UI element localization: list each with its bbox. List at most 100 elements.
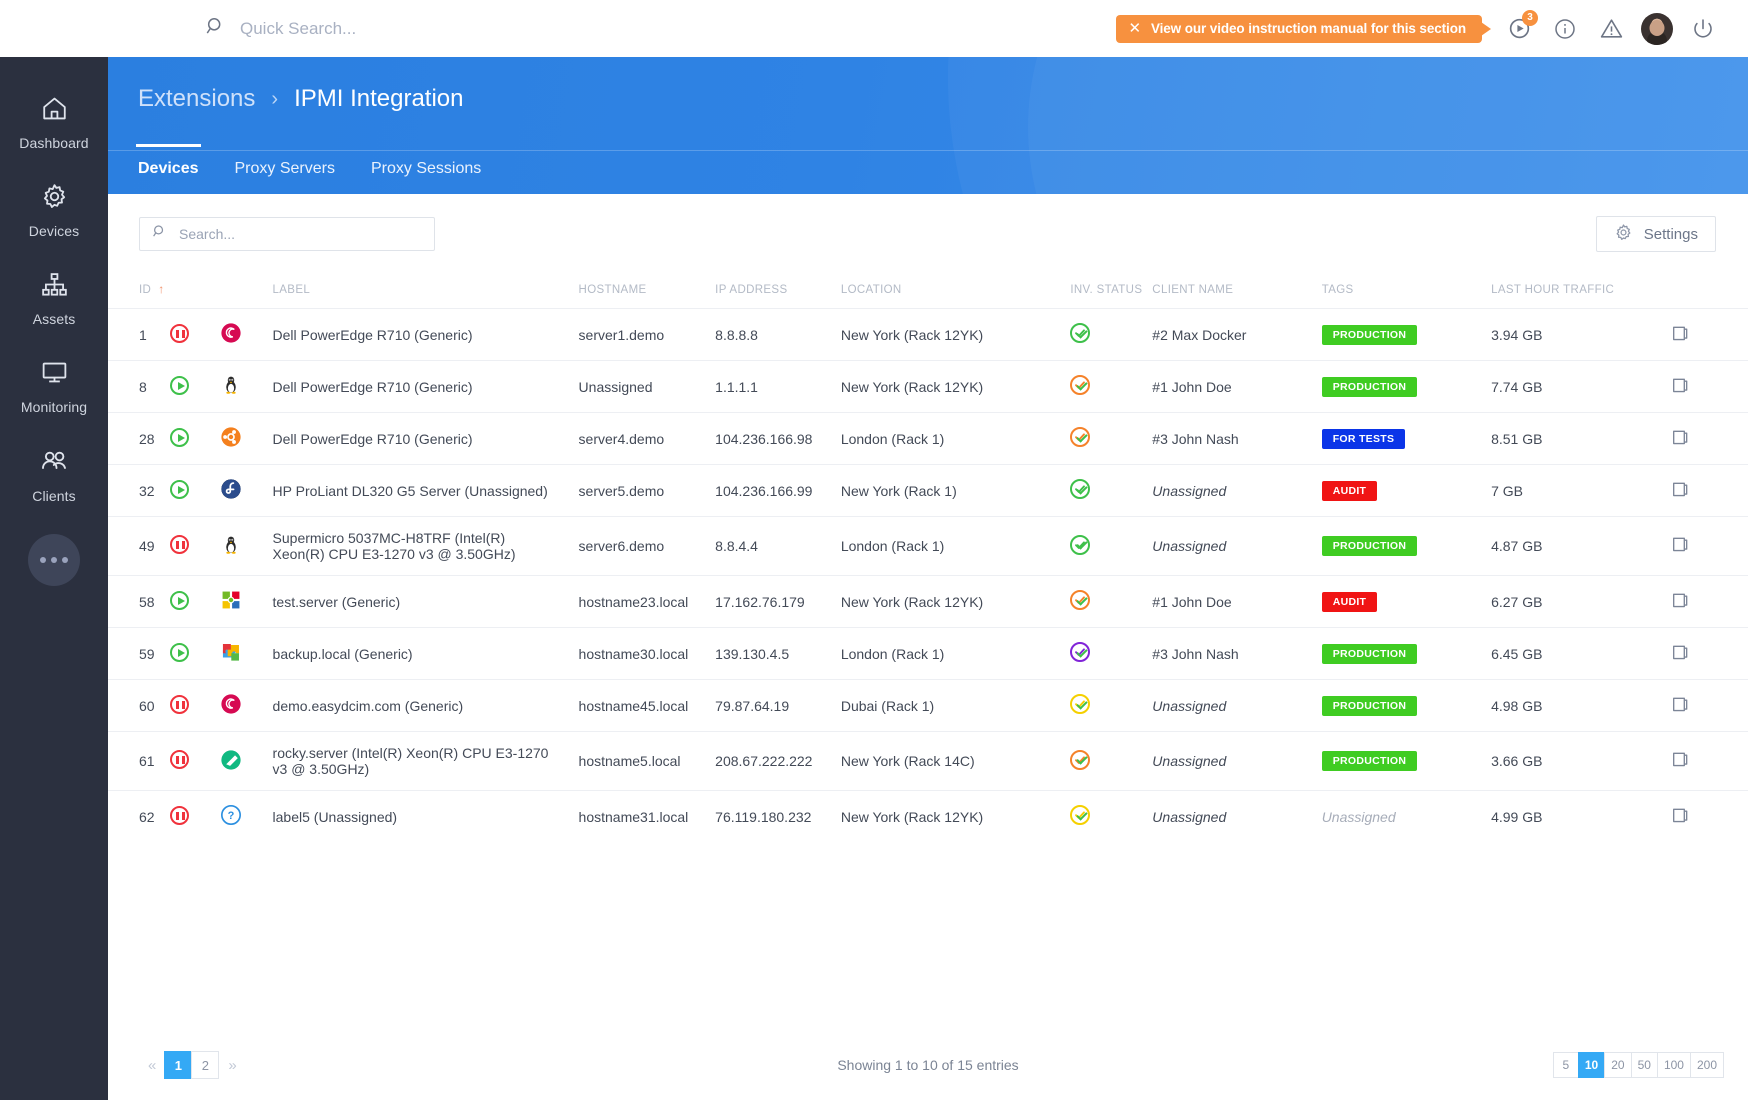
tag-badge[interactable]: PRODUCTION [1321, 536, 1418, 556]
remote-console-icon[interactable] [1671, 695, 1690, 717]
page-size-50[interactable]: 50 [1630, 1052, 1658, 1078]
tag-badge[interactable]: PRODUCTION [1321, 324, 1418, 345]
remote-console-icon[interactable] [1671, 750, 1690, 772]
remote-console-icon[interactable] [1671, 591, 1690, 613]
cell-actions[interactable] [1671, 464, 1748, 517]
cell-label[interactable]: Supermicro 5037MC-H8TRF (Intel(R) Xeon(R… [272, 516, 579, 576]
sidebar-item-dashboard[interactable]: Dashboard [0, 79, 108, 167]
cell-label[interactable]: Dell PowerEdge R710 (Generic) [272, 412, 579, 465]
page-size-10[interactable]: 10 [1577, 1052, 1606, 1078]
column-header-label[interactable]: LABEL [273, 274, 579, 309]
page-size-200[interactable]: 200 [1689, 1052, 1724, 1078]
table-row[interactable]: 58 test.server (Generic) hostname23.local 1… [108, 575, 1748, 628]
remote-console-icon[interactable] [1671, 535, 1690, 557]
pagination-prev[interactable]: « [139, 1057, 165, 1074]
cell-label[interactable]: label5 (Unassigned) [272, 790, 579, 842]
cell-actions[interactable] [1671, 790, 1748, 842]
cell-actions[interactable] [1671, 360, 1748, 413]
page-size-100[interactable]: 100 [1656, 1052, 1691, 1078]
table-row[interactable]: 60 demo.easydcim.com (Generic) hostname45.… [108, 679, 1748, 732]
remote-console-icon[interactable] [1671, 376, 1690, 398]
quick-search[interactable] [205, 16, 670, 42]
tag-badge[interactable]: PRODUCTION [1321, 695, 1418, 716]
cell-label[interactable]: HP ProLiant DL320 G5 Server (Unassigned) [272, 464, 579, 517]
column-header-hostname[interactable]: HOSTNAME [579, 274, 716, 309]
table-row[interactable]: 61 rocky.server (Intel(R) Xeon(R) CPU E3-… [108, 731, 1748, 791]
settings-button[interactable]: Settings [1595, 216, 1716, 252]
cell-label[interactable]: rocky.server (Intel(R) Xeon(R) CPU E3-12… [272, 731, 579, 791]
tag-badge[interactable]: FOR TESTS [1321, 428, 1406, 449]
pagination-next[interactable]: » [219, 1057, 245, 1074]
cell-power[interactable] [169, 575, 221, 628]
power-stopped-icon[interactable] [169, 750, 189, 769]
tag-badge[interactable]: PRODUCTION [1321, 376, 1418, 397]
tag-badge[interactable]: PRODUCTION [1321, 751, 1418, 771]
tag-badge[interactable]: AUDIT [1321, 591, 1378, 612]
cell-actions[interactable] [1671, 308, 1748, 361]
tag-badge[interactable]: PRODUCTION [1321, 643, 1418, 664]
remote-console-icon[interactable] [1671, 324, 1690, 346]
power-running-icon[interactable] [169, 427, 189, 447]
cell-actions[interactable] [1671, 412, 1748, 465]
table-row[interactable]: 8 Dell PowerEdge R710 (Generic) Unassigned… [108, 360, 1748, 413]
video-play-button[interactable]: 3 [1496, 6, 1542, 52]
warning-button[interactable] [1588, 6, 1634, 52]
power-running-icon[interactable] [169, 375, 189, 395]
search-input[interactable] [179, 226, 422, 242]
sidebar-item-monitoring[interactable]: Monitoring [0, 343, 108, 431]
tag-badge[interactable]: AUDIT [1321, 480, 1378, 501]
cell-label[interactable]: backup.local (Generic) [272, 627, 579, 680]
cell-power[interactable] [169, 731, 221, 791]
cell-power[interactable] [169, 627, 221, 680]
tab-proxy-servers[interactable]: Proxy Servers [235, 160, 335, 194]
breadcrumb-parent[interactable]: Extensions [138, 85, 255, 113]
cell-label[interactable]: Dell PowerEdge R710 (Generic) [272, 308, 579, 361]
quick-search-input[interactable] [240, 18, 670, 39]
cell-power[interactable] [169, 360, 221, 413]
info-button[interactable] [1542, 6, 1588, 52]
column-header-last-hour-traffic[interactable]: LAST HOUR TRAFFIC [1491, 274, 1671, 309]
tab-devices[interactable]: Devices [136, 144, 200, 194]
cell-power[interactable] [169, 516, 221, 576]
table-row[interactable]: 59 backup.local (Generic) hostname30.local… [108, 627, 1748, 680]
pagination-page-1[interactable]: 1 [164, 1051, 193, 1079]
logout-button[interactable] [1680, 6, 1726, 52]
power-running-icon[interactable] [169, 642, 189, 662]
close-icon[interactable]: ✕ [1128, 21, 1141, 36]
cell-power[interactable] [169, 412, 221, 465]
power-running-icon[interactable] [169, 479, 189, 499]
cell-power[interactable] [169, 790, 221, 842]
sidebar-item-assets[interactable]: Assets [0, 255, 108, 343]
column-header-ip-address[interactable]: IP ADDRESS [715, 274, 841, 309]
column-header-location[interactable]: LOCATION [841, 274, 1071, 309]
video-instruction-banner[interactable]: ✕ View our video instruction manual for … [1116, 14, 1491, 43]
power-running-icon[interactable] [169, 590, 189, 610]
table-row[interactable]: 62? label5 (Unassigned) hostname31.local 76… [108, 790, 1748, 842]
user-menu[interactable] [1634, 6, 1680, 52]
pagination-page-2[interactable]: 2 [191, 1051, 220, 1079]
power-stopped-icon[interactable] [169, 805, 189, 825]
cell-label[interactable]: Dell PowerEdge R710 (Generic) [272, 360, 579, 413]
remote-console-icon[interactable] [1671, 643, 1690, 665]
column-header-inv-status[interactable]: INV. STATUS [1070, 274, 1152, 309]
sidebar-item-devices[interactable]: Devices [0, 167, 108, 255]
table-row[interactable]: 49 Supermicro 5037MC-H8TRF (Intel(R) Xeon… [108, 516, 1748, 576]
table-row[interactable]: 1 Dell PowerEdge R710 (Generic) server1.de… [108, 308, 1748, 361]
tab-proxy-sessions[interactable]: Proxy Sessions [371, 160, 481, 194]
cell-label[interactable]: demo.easydcim.com (Generic) [272, 679, 579, 732]
cell-actions[interactable] [1671, 679, 1748, 732]
cell-actions[interactable] [1671, 731, 1748, 791]
power-stopped-icon[interactable] [169, 323, 189, 343]
remote-console-icon[interactable] [1671, 428, 1690, 450]
remote-console-icon[interactable] [1671, 806, 1690, 828]
cell-label[interactable]: test.server (Generic) [272, 575, 579, 628]
cell-actions[interactable] [1671, 627, 1748, 680]
power-stopped-icon[interactable] [169, 535, 189, 554]
search-box[interactable] [139, 217, 435, 251]
remote-console-icon[interactable] [1671, 480, 1690, 502]
table-row[interactable]: 28 Dell PowerEdge R710 (Generic) server4.d… [108, 412, 1748, 465]
sidebar-item-clients[interactable]: Clients [0, 431, 108, 520]
column-header-id[interactable]: ID ↑ [108, 274, 170, 309]
page-size-20[interactable]: 20 [1604, 1052, 1632, 1078]
column-header-tags[interactable]: TAGS [1322, 274, 1491, 309]
